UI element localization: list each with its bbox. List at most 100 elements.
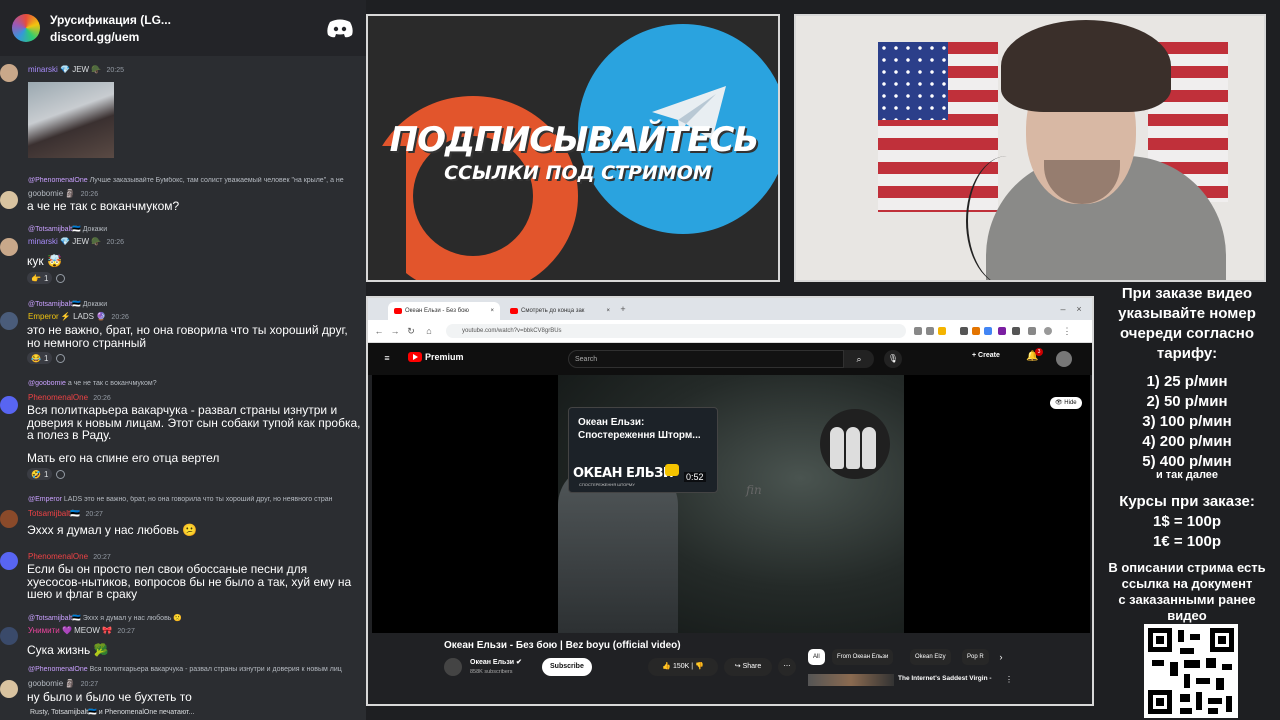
reaction-pill[interactable]: 🤣 1 [27, 468, 53, 480]
bookmark-star-icon[interactable] [938, 327, 946, 335]
hamburger-menu-icon[interactable]: ≡ [382, 353, 392, 363]
reply-preview[interactable]: @Emperor LADS это не важно, брат, но она… [28, 496, 366, 503]
search-icon[interactable]: ⌕ [844, 350, 874, 368]
create-button[interactable]: + Create [972, 352, 1000, 359]
reaction-pill[interactable]: 😂 1 [27, 352, 53, 364]
close-tab-icon[interactable]: × [606, 308, 610, 314]
server-name: Урусификация (LG... [50, 12, 171, 27]
chip-from-channel[interactable]: From Океан Ельзи [832, 649, 894, 665]
username[interactable]: Emperor [28, 312, 59, 321]
username[interactable]: goobomie [28, 189, 63, 198]
url-field[interactable]: youtube.com/watch?v=bbkCV8grBUs [446, 324, 906, 338]
microphone-icon[interactable]: 🎙 [884, 350, 902, 368]
video-player[interactable]: fin Океан Ельзи: Спостереження Шторм... … [372, 375, 1090, 633]
close-window-icon[interactable]: × [1074, 304, 1084, 314]
like-dislike-button[interactable]: 👍 150K | 👎 [648, 658, 718, 676]
add-reaction-icon[interactable] [56, 273, 66, 283]
chip-okean-elzy[interactable]: Okean Elzy [910, 649, 951, 665]
reaction-pill[interactable]: 👉 1 [27, 272, 53, 284]
reply-preview[interactable]: @goobomie а че не так с воканчмуком? [28, 380, 366, 387]
browser-tab[interactable]: Смотреть до конца зак × [504, 302, 616, 320]
discord-default-avatar [0, 552, 18, 570]
reaction-row: 😂 1 [27, 352, 66, 364]
reply-preview[interactable]: @PhenomenalOne Лучше заказывайте Бумбокс… [28, 177, 366, 184]
menu-kebab-icon[interactable]: ⋮ [1062, 326, 1072, 336]
notification-count-badge: 3 [1035, 348, 1043, 356]
message-text: а че не так с воканчмуком? [27, 199, 180, 213]
profile-icon[interactable] [1044, 327, 1052, 335]
add-reaction-icon[interactable] [56, 469, 66, 479]
chips-next-icon[interactable]: › [996, 652, 1006, 662]
account-avatar[interactable] [1056, 351, 1072, 367]
chip-pop[interactable]: Pop R [962, 649, 989, 665]
video-title: Океан Ельзи - Без бою | Bez boyu (offici… [444, 640, 681, 651]
extension-icon[interactable] [998, 327, 1006, 335]
back-icon[interactable]: ← [374, 326, 384, 336]
username[interactable]: Унимити [28, 626, 60, 635]
reply-preview[interactable]: @Totsamijbalt🇪🇪 Докажи [28, 300, 366, 308]
channel-name[interactable]: Океан Ельзи ✔ [470, 658, 522, 666]
browser-tab-active[interactable]: Океан Ельзи - Без бою × [388, 302, 500, 320]
username[interactable]: minarski [28, 237, 58, 246]
reload-icon[interactable]: ↻ [406, 326, 416, 336]
recommended-title[interactable]: The Internet's Saddest Virgin - [898, 675, 992, 682]
extensions-puzzle-icon[interactable] [1012, 327, 1020, 335]
add-reaction-icon[interactable] [56, 353, 66, 363]
message-text: Если бы он просто пел свои обоссаные пес… [27, 562, 352, 601]
qr-code[interactable] [1144, 624, 1238, 718]
username[interactable]: Totsamijbalt🇪🇪 [28, 509, 80, 518]
hide-button[interactable]: 👁 Hide [1050, 397, 1082, 409]
username[interactable]: minarski [28, 65, 58, 74]
youtube-header: ≡ Premium Search ⌕ 🎙 + Create 🔔 3 [368, 343, 1092, 375]
username[interactable]: PhenomenalOne [28, 552, 88, 561]
zoom-icon[interactable] [926, 327, 934, 335]
channel-avatar[interactable] [444, 658, 462, 676]
more-actions-icon[interactable]: ⋯ [778, 658, 796, 676]
youtube-favicon-icon [394, 308, 402, 314]
share-button[interactable]: ↪ Share [724, 658, 772, 676]
promo-banner: ПОДПИСЫВАЙТЕСЬ ССЫЛКИ ПОД СТРИМОМ [366, 14, 780, 282]
username[interactable]: goobomie [28, 679, 63, 688]
extension-icon[interactable] [984, 327, 992, 335]
close-tab-icon[interactable]: × [490, 308, 494, 314]
sidebar-icon[interactable] [1028, 327, 1036, 335]
attached-image[interactable] [28, 82, 114, 158]
message-text: кук 🤯 [27, 254, 62, 268]
server-link[interactable]: discord.gg/uem [50, 30, 326, 44]
timestamp: 20:27 [85, 511, 103, 518]
subscriber-count: 858K subscribers [470, 669, 513, 675]
message-text: Вся политкарьера вакарчука - развал стра… [27, 403, 361, 442]
extension-icon[interactable] [960, 327, 968, 335]
username[interactable]: PhenomenalOne [28, 393, 88, 402]
tariff-etc: и так далее [1155, 469, 1219, 481]
user-badges: 💜 MEOW 🎀 [61, 626, 113, 635]
chip-all[interactable]: All [808, 649, 825, 665]
card-title: Океан Ельзи: Спостереження Шторм... [578, 417, 701, 441]
address-bar-row: ← → ↻ ⌂ youtube.com/watch?v=bbkCV8grBUs … [368, 320, 1092, 343]
subscribe-button[interactable]: Subscribe [542, 658, 592, 676]
reply-preview[interactable]: @PhenomenalOne Вся политкарьера вакарчук… [28, 666, 366, 673]
timestamp: 20:26 [93, 395, 111, 402]
search-input[interactable]: Search [568, 350, 844, 368]
order-info-panel: При заказе видео указывайте номер очеред… [1094, 282, 1280, 720]
youtube-favicon-icon [510, 308, 518, 314]
avatar [0, 312, 18, 330]
recommended-thumbnail[interactable] [808, 674, 894, 686]
end-screen-channel-avatar[interactable] [820, 409, 890, 479]
reply-preview[interactable]: @Totsamijbalt🇪🇪 Эххх я думал у нас любов… [28, 614, 366, 622]
reply-preview[interactable]: @Totsamijbalt🇪🇪 Докажи [28, 225, 366, 233]
extension-icon[interactable] [972, 327, 980, 335]
new-tab-icon[interactable]: + [618, 304, 628, 314]
home-icon[interactable]: ⌂ [424, 326, 434, 336]
minimize-icon[interactable]: – [1058, 304, 1068, 314]
end-screen-video-card[interactable]: Океан Ельзи: Спостереження Шторм... ОКЕА… [568, 407, 718, 493]
extension-icon[interactable] [914, 327, 922, 335]
tariff-line: 3) 100 р/мин [1142, 413, 1232, 430]
tariff-line: 4) 200 р/мин [1142, 433, 1232, 450]
youtube-logo[interactable]: Premium [408, 352, 464, 362]
recommended-menu-icon[interactable]: ⋮ [1004, 675, 1014, 685]
user-badges: 💎 JEW 🪖 [60, 237, 102, 246]
avatar [0, 510, 18, 528]
forward-icon[interactable]: → [390, 326, 400, 336]
card-brand: ОКЕАН ЕЛЬЗИ [573, 466, 674, 481]
